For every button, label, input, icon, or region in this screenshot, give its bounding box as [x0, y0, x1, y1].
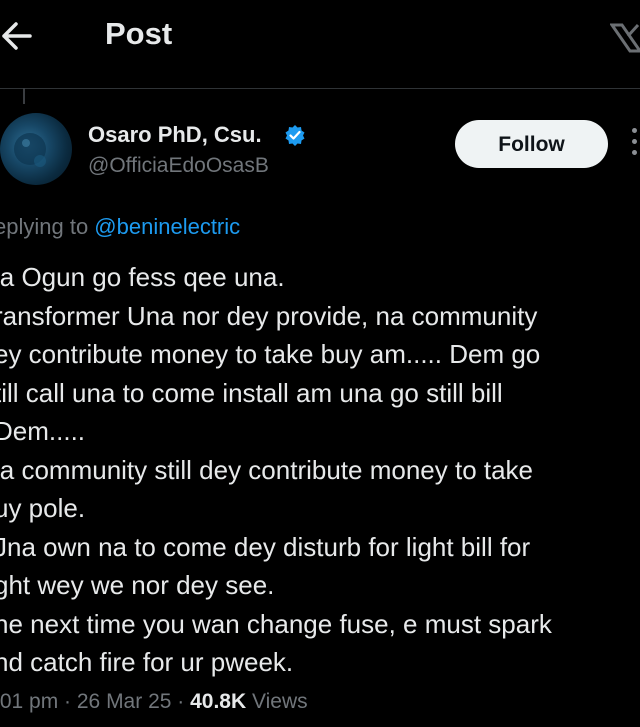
post-line: he next time you wan change fuse, e must… [0, 608, 552, 639]
post-line: ght wey we nor dey see. [0, 570, 275, 600]
replying-to-label: eplying to [0, 214, 95, 239]
more-vertical-icon[interactable] [630, 128, 640, 162]
arrow-left-icon[interactable] [0, 18, 40, 54]
views-label: Views [246, 690, 308, 713]
post-line: nd catch fire for ur pweek. [0, 647, 294, 677]
post-line: Dem..... [0, 416, 86, 446]
post-meta: :01 pm · 26 Mar 25 · 40.8K Views [0, 690, 308, 714]
meta-separator: · [171, 690, 191, 713]
post-line: till call una to come install am una go … [0, 377, 503, 408]
post-date[interactable]: 26 Mar 25 [77, 690, 172, 713]
post-line: ey contribute money to take buy am..... … [0, 339, 541, 369]
verified-badge-icon [285, 125, 305, 146]
author-name[interactable]: Osaro PhD, Csu. [88, 122, 262, 148]
post-time[interactable]: :01 pm [0, 690, 58, 713]
author-handle[interactable]: @OfficiaEdoOsasB [88, 154, 269, 178]
post-line: uy pole. [0, 493, 86, 523]
views-count[interactable]: 40.8K [190, 690, 246, 713]
mention-link[interactable]: @beninelectric [94, 214, 240, 239]
x-logo-icon [610, 23, 640, 53]
meta-separator: · [58, 690, 77, 713]
post-line: la community still dey contribute money … [0, 454, 534, 485]
post-body: la Ogun go fess qee una. ransformer Una … [0, 258, 640, 682]
replying-to: eplying to @beninelectric [0, 214, 240, 240]
thread-connector [23, 88, 25, 104]
post-line: la Ogun go fess qee una. [0, 262, 285, 292]
top-bar: Post [0, 0, 640, 89]
follow-button[interactable]: Follow [455, 120, 608, 168]
page-title: Post [105, 16, 173, 51]
avatar[interactable] [0, 113, 72, 185]
post-line: ransformer Una nor dey provide, na commu… [0, 300, 538, 331]
post-line: Jna own na to come dey disturb for light… [0, 531, 531, 562]
